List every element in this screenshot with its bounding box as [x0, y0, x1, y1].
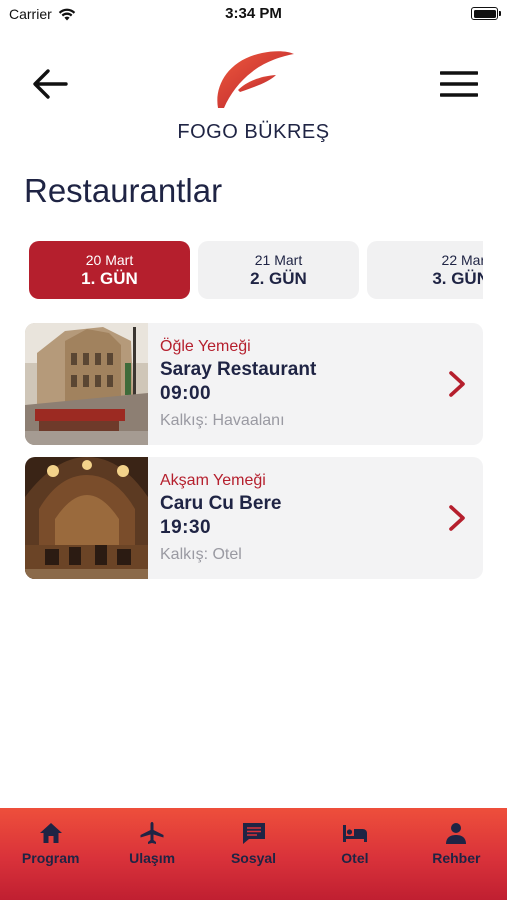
restaurant-card-saray[interactable]: Öğle Yemeği Saray Restaurant 09:00 Kalkı…: [25, 323, 483, 445]
meal-time: 19:30: [160, 517, 212, 538]
chat-bubble-icon: [242, 823, 265, 844]
day-tab-3[interactable]: 22 Mart 3. GÜN: [367, 241, 483, 299]
status-bar: Carrier 3:34 PM: [0, 0, 507, 28]
day-tab-date: 21 Mart: [254, 252, 303, 268]
restaurant-photo: [25, 457, 148, 579]
meal-type: Akşam Yemeği: [160, 472, 266, 489]
departure-location: Kalkış: Otel: [160, 546, 242, 563]
nav-label: Program: [21, 850, 80, 866]
arrow-left-icon: [33, 69, 68, 99]
fogo-logo: [217, 51, 294, 108]
brand-name: FOGO BÜKREŞ: [177, 121, 330, 143]
chevron-right-icon: [449, 371, 465, 397]
hamburger-menu-icon: [440, 71, 478, 97]
nav-otel[interactable]: Otel: [304, 808, 405, 900]
status-clock: 3:34 PM: [225, 5, 282, 22]
menu-button[interactable]: [439, 64, 479, 104]
meal-time: 09:00: [160, 383, 212, 404]
page-title: Restaurantlar: [24, 172, 223, 209]
meal-type: Öğle Yemeği: [160, 338, 251, 355]
nav-label: Otel: [341, 850, 369, 866]
home-icon: [39, 823, 62, 843]
restaurant-name: Saray Restaurant: [160, 359, 317, 380]
nav-label: Ulaşım: [129, 850, 176, 866]
day-tab-label: 1. GÜN: [81, 269, 138, 288]
bottom-nav: Program Ulaşım Sosyal Otel Rehber: [0, 808, 507, 900]
day-tab-label: 3. GÜN: [432, 269, 483, 288]
person-icon: [446, 823, 467, 844]
back-button[interactable]: [30, 64, 70, 104]
day-tab-2[interactable]: 21 Mart 2. GÜN: [198, 241, 359, 299]
nav-program[interactable]: Program: [0, 808, 101, 900]
nav-label: Sosyal: [230, 850, 277, 866]
restaurant-name: Caru Cu Bere: [160, 493, 282, 514]
nav-label: Rehber: [432, 850, 481, 866]
chevron-right-icon: [449, 505, 465, 531]
restaurant-photo: [25, 323, 148, 445]
day-tab-1[interactable]: 20 Mart 1. GÜN: [29, 241, 190, 299]
day-tab-label: 2. GÜN: [250, 269, 307, 288]
bed-icon: [342, 825, 367, 842]
day-tab-date: 22 Mart: [441, 252, 483, 268]
day-tab-date: 20 Mart: [85, 252, 134, 268]
day-tabs: 20 Mart 1. GÜN 21 Mart 2. GÜN 22 Mart 3.…: [29, 241, 483, 299]
restaurant-card-caru-cu-bere[interactable]: Akşam Yemeği Caru Cu Bere 19:30 Kalkış: …: [25, 457, 483, 579]
airplane-icon: [140, 822, 164, 844]
battery-icon: [471, 7, 501, 20]
nav-rehber[interactable]: Rehber: [406, 808, 507, 900]
departure-location: Kalkış: Havaalanı: [160, 412, 285, 429]
nav-sosyal[interactable]: Sosyal: [203, 808, 304, 900]
nav-ulasim[interactable]: Ulaşım: [101, 808, 202, 900]
